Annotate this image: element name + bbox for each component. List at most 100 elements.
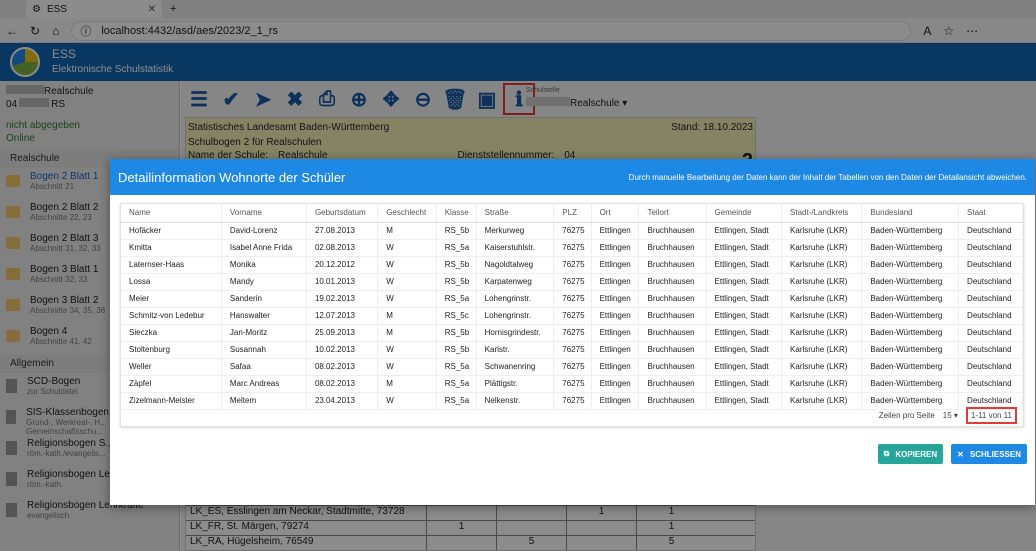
- close-icon: ✕: [957, 449, 964, 459]
- table-row[interactable]: Schmitz-von Ledebur Hanswalter 12.07.2013 M…: [121, 307, 1023, 325]
- table-cell: Susannah: [221, 341, 307, 359]
- table-cell: Ettlingen, Stadt: [706, 239, 783, 257]
- close-button[interactable]: ✕ SCHLIESSEN: [951, 444, 1027, 464]
- table-cell: Isabel Anne Frida: [221, 239, 307, 257]
- table-cell: Meltem: [221, 392, 307, 410]
- table-cell: W: [377, 290, 437, 308]
- table-cell: 76275: [553, 239, 592, 257]
- table-cell: 08.02.2013: [306, 375, 379, 393]
- table-cell: Marc Andreas: [221, 375, 307, 393]
- column-header[interactable]: Gemeinde: [706, 204, 783, 223]
- dialog-title: Detailinformation Wohnorte der Schüler: [118, 169, 346, 185]
- table-cell: Baden-Württemberg: [861, 273, 960, 291]
- table-cell: Deutschland: [958, 290, 1023, 308]
- table-cell: Sieczka: [121, 324, 222, 342]
- table-cell: 76275: [553, 341, 592, 359]
- table-cell: M: [377, 307, 437, 325]
- table-cell: Ettlingen: [591, 290, 640, 308]
- table-cell: Karlsruhe (LKR): [781, 290, 863, 308]
- column-header[interactable]: PLZ: [553, 204, 592, 223]
- table-cell: Ettlingen, Stadt: [706, 222, 783, 240]
- column-header[interactable]: Name: [121, 204, 222, 223]
- column-header[interactable]: Stadt-/Landkreis: [781, 204, 863, 223]
- table-cell: Bruchhausen: [638, 222, 707, 240]
- table-cell: Merkurweg: [476, 222, 555, 240]
- table-row[interactable]: Weller Safaa 08.02.2013 W RS_5a Schwanenring 7…: [121, 358, 1023, 376]
- table-cell: Bruchhausen: [638, 239, 707, 257]
- table-cell: RS_5a: [436, 290, 477, 308]
- table-cell: Karlsruhe (LKR): [781, 358, 863, 376]
- table-cell: Karlsruhe (LKR): [781, 239, 863, 257]
- table-cell: Bruchhausen: [638, 273, 707, 291]
- table-cell: Bruchhausen: [638, 341, 707, 359]
- table-row[interactable]: Sieczka Jan-Moritz 25.09.2013 M RS_5b Hornisg…: [121, 324, 1023, 342]
- column-header[interactable]: Teilort: [638, 204, 707, 223]
- table-cell: Nagoldtalweg: [476, 256, 555, 274]
- dialog-header: Detailinformation Wohnorte der Schüler D…: [110, 159, 1035, 195]
- column-header[interactable]: Geburtsdatum: [306, 204, 379, 223]
- column-header[interactable]: Staat: [958, 204, 1023, 223]
- table-cell: Zäpfel: [121, 375, 222, 393]
- table-cell: 76275: [553, 307, 592, 325]
- table-cell: David-Lorenz: [221, 222, 307, 240]
- table-cell: Bruchhausen: [638, 290, 707, 308]
- table-body: Hofäcker David-Lorenz 27.08.2013 M RS_5b Merk…: [121, 222, 1023, 410]
- table-cell: Sanderin: [221, 290, 307, 308]
- column-header[interactable]: Straße: [476, 204, 555, 223]
- table-row[interactable]: Laternser-Haas Monika 20.12.2012 W RS_5b Nago…: [121, 256, 1023, 274]
- table-cell: Deutschland: [958, 341, 1023, 359]
- table-cell: Karlsruhe (LKR): [781, 324, 863, 342]
- table-cell: Deutschland: [958, 239, 1023, 257]
- table-cell: 12.07.2013: [306, 307, 379, 325]
- table-cell: 25.09.2013: [306, 324, 379, 342]
- table-cell: Nelkenstr.: [476, 392, 555, 410]
- column-header[interactable]: Klasse: [436, 204, 477, 223]
- table-cell: Bruchhausen: [638, 358, 707, 376]
- table-cell: Ettlingen: [591, 307, 640, 325]
- column-header[interactable]: Vorname: [221, 204, 307, 223]
- students-table-card: Name Vorname Geburtsdatum Geschlecht Klasse S…: [120, 203, 1024, 427]
- table-cell: Lohengrinstr.: [476, 307, 555, 325]
- table-row[interactable]: Hofäcker David-Lorenz 27.08.2013 M RS_5b Merk…: [121, 222, 1023, 240]
- close-label: SCHLIESSEN: [969, 449, 1021, 459]
- table-cell: Jan-Moritz: [221, 324, 307, 342]
- copy-button[interactable]: ⧉ KOPIEREN: [877, 444, 944, 464]
- rows-per-page-select[interactable]: 15 ▾: [943, 411, 958, 420]
- table-footer: Zeilen pro Seite 15 ▾ 1-11 von 11: [879, 407, 1017, 424]
- table-cell: Meier: [121, 290, 222, 308]
- table-cell: Baden-Württemberg: [861, 324, 960, 342]
- column-header[interactable]: Bundesland: [861, 204, 960, 223]
- table-cell: Kmitta: [121, 239, 222, 257]
- dialog-note: Durch manuelle Bearbeitung der Daten kan…: [628, 172, 1027, 182]
- table-cell: RS_5b: [436, 256, 477, 274]
- table-cell: Ettlingen, Stadt: [706, 392, 783, 410]
- table-row[interactable]: Stoltenburg Susannah 10.02.2013 W RS_5b Karls…: [121, 341, 1023, 359]
- table-cell: Monika: [221, 256, 307, 274]
- table-row[interactable]: Lossa Mandy 10.01.2013 W RS_5b Karpatenweg 762…: [121, 273, 1023, 291]
- table-row[interactable]: Kmitta Isabel Anne Frida 02.08.2013 W RS_5a K…: [121, 239, 1023, 257]
- table-cell: Lossa: [121, 273, 222, 291]
- table-cell: 19.02.2013: [306, 290, 379, 308]
- column-header[interactable]: Ort: [591, 204, 640, 223]
- table-cell: Plättigstr.: [476, 375, 555, 393]
- detail-dialog: Detailinformation Wohnorte der Schüler D…: [110, 159, 1035, 505]
- table-cell: Hornisgrindestr.: [476, 324, 555, 342]
- dialog-actions: ⧉ KOPIEREN ✕ SCHLIESSEN: [877, 444, 1027, 464]
- table-cell: RS_5b: [436, 341, 477, 359]
- table-cell: 76275: [553, 392, 592, 410]
- table-cell: Baden-Württemberg: [861, 307, 960, 325]
- table-cell: Schmitz-von Ledebur: [121, 307, 222, 325]
- table-cell: Ettlingen: [591, 273, 640, 291]
- table-cell: Ettlingen: [591, 256, 640, 274]
- table-cell: Bruchhausen: [638, 256, 707, 274]
- table-cell: 76275: [553, 256, 592, 274]
- table-cell: Ettlingen, Stadt: [706, 324, 783, 342]
- table-cell: Weller: [121, 358, 222, 376]
- table-row[interactable]: Zäpfel Marc Andreas 08.02.2013 M RS_5a Plätti…: [121, 375, 1023, 393]
- table-cell: 20.12.2012: [306, 256, 379, 274]
- table-row[interactable]: Meier Sanderin 19.02.2013 W RS_5a Lohengrinst…: [121, 290, 1023, 308]
- column-header[interactable]: Geschlecht: [377, 204, 437, 223]
- table-cell: 76275: [553, 222, 592, 240]
- copy-icon: ⧉: [883, 449, 890, 458]
- table-cell: Hofäcker: [121, 222, 222, 240]
